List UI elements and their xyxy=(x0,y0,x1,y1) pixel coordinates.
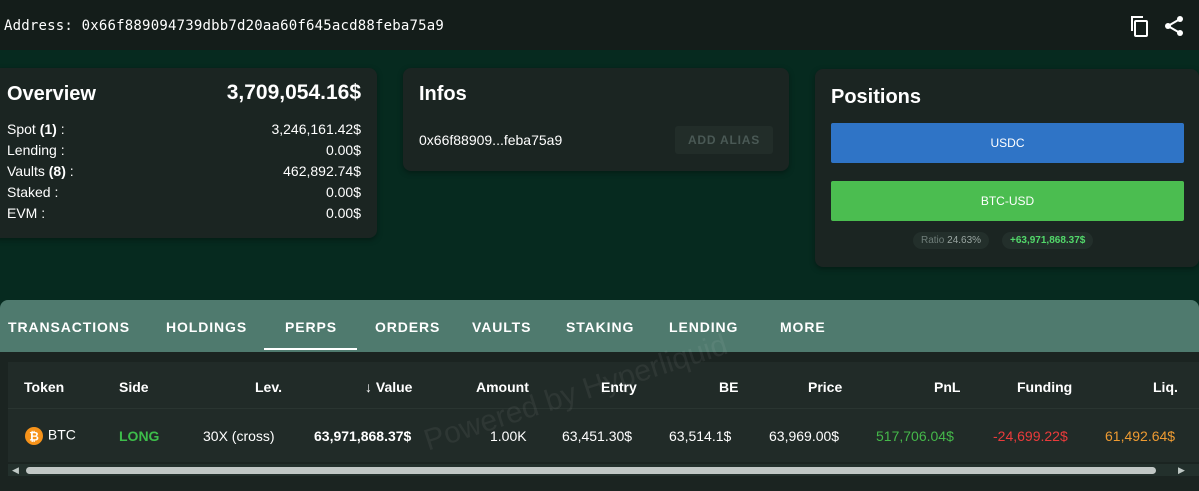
tab-more[interactable]: MORE xyxy=(780,319,826,335)
lev-cell: 30X (cross) xyxy=(203,428,275,444)
address-text: Address: 0x66f889094739dbb7d20aa60f645ac… xyxy=(4,18,445,34)
overview-card: Overview 3,709,054.16$ Spot (1) : 3,246,… xyxy=(0,68,377,238)
tab-staking[interactable]: STAKING xyxy=(566,319,634,335)
share-icon[interactable] xyxy=(1162,14,1186,38)
overview-row-label: Vaults (8) : xyxy=(7,163,74,179)
positions-card: Positions USDC BTC-USD Ratio 24.63% +63,… xyxy=(815,69,1199,267)
active-tab-indicator xyxy=(264,348,357,350)
scroll-thumb[interactable] xyxy=(26,467,1156,474)
overview-row-value: 0.00$ xyxy=(325,184,361,200)
side-cell: LONG xyxy=(119,428,160,444)
infos-title: Infos xyxy=(419,83,467,105)
pnl-cell: 517,706.04$ xyxy=(876,428,954,444)
positions-title: Positions xyxy=(831,86,922,108)
overview-row-spot: Spot (1) : 3,246,161.42$ xyxy=(7,121,361,141)
entry-cell: 63,451.30$ xyxy=(562,428,633,444)
col-header-pnl[interactable]: PnL xyxy=(934,379,960,395)
address-bar: Address: 0x66f889094739dbb7d20aa60f645ac… xyxy=(0,0,1199,50)
tab-bar: TRANSACTIONS HOLDINGS PERPS ORDERS VAULT… xyxy=(0,300,1199,352)
usdc-position-button[interactable]: USDC xyxy=(831,123,1184,163)
scroll-left-icon[interactable]: ◀ xyxy=(12,464,19,476)
perps-table: Token Side Lev. ↓ Value Amount Entry BE … xyxy=(0,328,1199,491)
tab-vaults[interactable]: VAULTS xyxy=(472,319,531,335)
col-header-price[interactable]: Price xyxy=(808,379,842,395)
overview-row-label: Spot (1) : xyxy=(7,121,65,137)
svg-text:₿: ₿ xyxy=(29,430,39,444)
overview-total: 3,709,054.16$ xyxy=(226,81,361,104)
overview-row-label: Staked : xyxy=(7,184,59,200)
value-cell: 63,971,868.37$ xyxy=(314,428,412,444)
ratio-badge: Ratio 24.63% xyxy=(913,232,990,249)
overview-row-value: 462,892.74$ xyxy=(283,163,361,179)
price-cell: 63,969.00$ xyxy=(769,428,840,444)
tab-orders[interactable]: ORDERS xyxy=(375,319,440,335)
overview-row-staked: Staked : 0.00$ xyxy=(7,184,361,204)
col-header-lev[interactable]: Lev. xyxy=(255,379,282,395)
overview-row-value: 0.00$ xyxy=(325,142,361,158)
tab-transactions[interactable]: TRANSACTIONS xyxy=(8,319,130,335)
col-header-value[interactable]: ↓ Value xyxy=(365,379,412,395)
arrow-down-icon: ↓ xyxy=(365,379,372,395)
amount-cell: 1.00K xyxy=(490,428,527,444)
token-name: BTC xyxy=(47,426,76,443)
btc-usd-position-button[interactable]: BTC-USD xyxy=(831,181,1184,221)
overview-title: Overview xyxy=(7,83,96,105)
col-header-be[interactable]: BE xyxy=(719,379,738,395)
be-cell: 63,514.1$ xyxy=(669,428,732,444)
funding-cell: -24,699.22$ xyxy=(993,428,1068,444)
short-address: 0x66f88909...feba75a9 xyxy=(419,132,563,148)
liq-cell: 61,492.64$ xyxy=(1105,428,1176,444)
tab-panel: TRANSACTIONS HOLDINGS PERPS ORDERS VAULT… xyxy=(0,300,1199,491)
bitcoin-icon: ₿ xyxy=(25,427,43,445)
add-alias-button[interactable]: ADD ALIAS xyxy=(675,126,773,154)
col-header-funding[interactable]: Funding xyxy=(1017,379,1072,395)
overview-row-value: 3,246,161.42$ xyxy=(271,121,361,137)
overview-row-label: Lending : xyxy=(7,142,65,158)
tab-perps[interactable]: PERPS xyxy=(285,319,337,335)
overview-row-evm: EVM : 0.00$ xyxy=(7,205,361,225)
scroll-right-icon[interactable]: ▶ xyxy=(1178,464,1185,476)
col-header-liq[interactable]: Liq. xyxy=(1153,379,1178,395)
overview-row-label: EVM : xyxy=(7,205,46,221)
col-header-token[interactable]: Token xyxy=(24,379,64,395)
horizontal-scrollbar[interactable]: ◀ ▶ xyxy=(8,464,1199,476)
copy-icon[interactable] xyxy=(1128,14,1152,38)
overview-row-vaults: Vaults (8) : 462,892.74$ xyxy=(7,163,361,183)
header-divider xyxy=(8,408,1199,409)
token-cell[interactable]: ₿ BTC xyxy=(24,426,76,446)
col-header-side[interactable]: Side xyxy=(119,379,149,395)
pnl-badge: +63,971,868.37$ xyxy=(1002,232,1094,249)
infos-card: Infos 0x66f88909...feba75a9 ADD ALIAS xyxy=(403,68,789,171)
overview-row-value: 0.00$ xyxy=(325,205,361,221)
overview-row-lending: Lending : 0.00$ xyxy=(7,142,361,162)
tab-holdings[interactable]: HOLDINGS xyxy=(166,319,247,335)
